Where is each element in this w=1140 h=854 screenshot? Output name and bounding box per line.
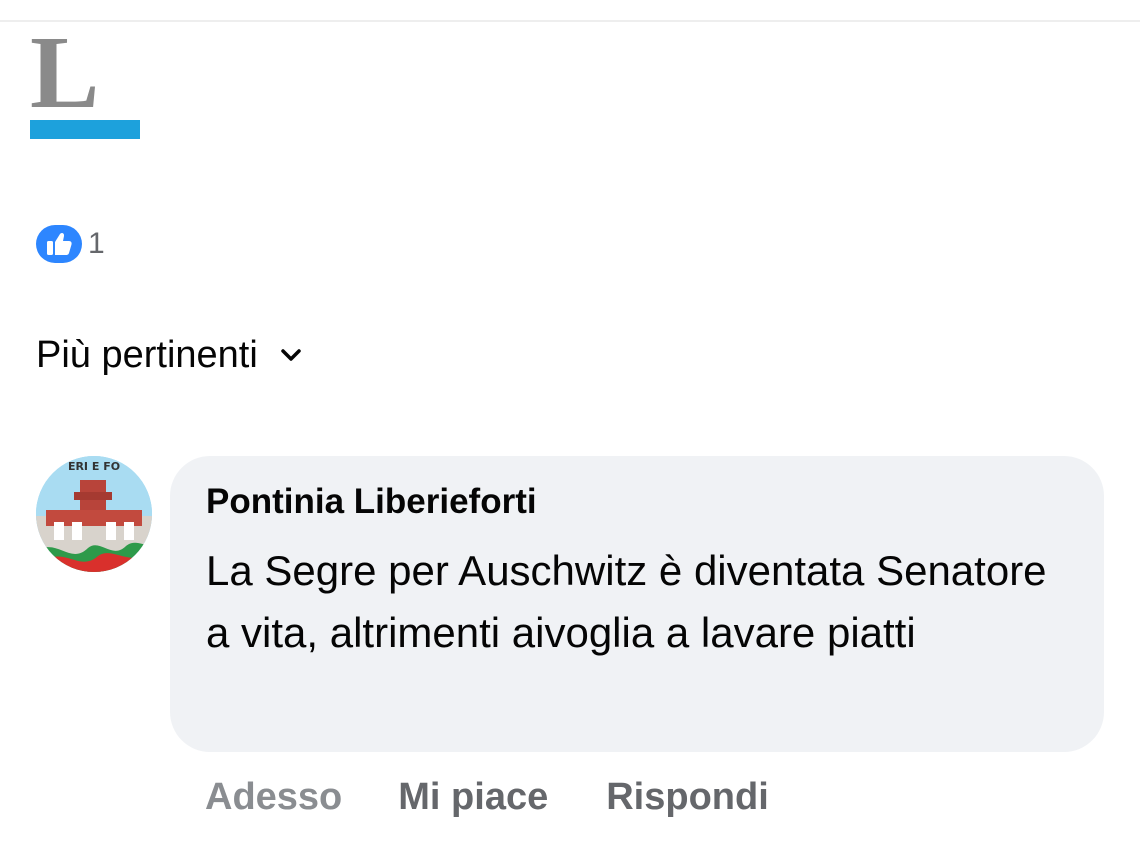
thumbs-up-icon [47,232,72,255]
avatar-badge-text: ERI E FO [68,460,120,473]
comment-text: La Segre per Auschwitz è diventata Senat… [206,547,1047,656]
chevron-down-icon [280,348,302,367]
reaction-count: 1 [88,227,105,260]
reply-button[interactable]: Rispondi [606,776,769,819]
logo-letter: L [30,15,100,130]
logo-accent-bar [30,120,140,139]
commenter-avatar[interactable]: ERI E FO [36,456,152,572]
sort-label: Più pertinenti [36,334,258,376]
publisher-logo: L [30,15,142,144]
comment-author[interactable]: Pontinia Liberieforti [206,482,537,522]
top-divider [0,20,1140,22]
comment-sort-dropdown[interactable]: Più pertinenti [36,334,302,377]
reaction-summary[interactable]: 1 [36,224,105,264]
comment-actions: Adesso Mi piace Rispondi [205,776,769,819]
avatar-image: ERI E FO [36,456,152,572]
like-icon [36,225,82,263]
comment-timestamp: Adesso [205,776,343,818]
comment-bubble: Pontinia Liberieforti La Segre per Ausch… [170,456,1104,752]
like-button[interactable]: Mi piace [398,776,548,819]
